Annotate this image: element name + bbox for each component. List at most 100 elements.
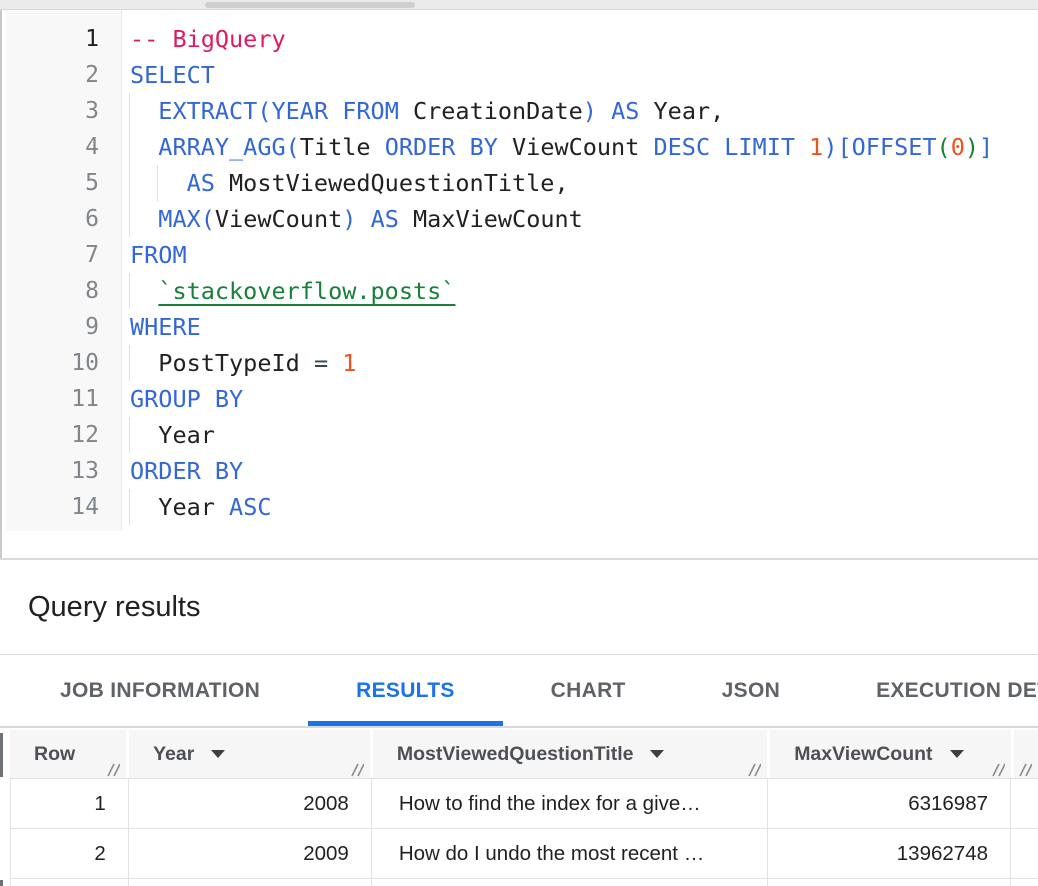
indent-guide [129,129,130,165]
horizontal-scrollbar[interactable] [0,0,1038,10]
header-cell-year[interactable]: Year [129,730,373,778]
column-dropdown-icon[interactable] [650,750,664,758]
code-line[interactable]: 3 EXTRACT(YEAR FROM CreationDate) AS Yea… [2,93,1038,129]
page-title: Query results [28,591,200,624]
column-label: Year [153,743,194,766]
line-number: 12 [2,417,99,453]
sql-editor[interactable]: 1-- BigQuery2 SELECT 3 EXTRACT(YEAR FROM C… [0,10,1038,558]
tab-json[interactable]: JSON [674,655,828,726]
code-text: WHERE [130,313,201,341]
horizontal-scrollbar-thumb[interactable] [205,2,415,8]
code-line[interactable]: 9 WHERE [2,309,1038,345]
indent-guide [129,345,130,381]
column-dropdown-icon[interactable] [211,750,225,758]
code-text: PostTypeId = 1 [130,349,356,377]
tab-job-information[interactable]: JOB INFORMATION [12,655,308,726]
tab-chart[interactable]: CHART [503,655,674,726]
indent-guide [129,165,130,201]
code-text: GROUP BY [130,385,243,413]
header-cell-row[interactable]: Row [10,730,129,778]
column-dropdown-icon[interactable] [950,750,964,758]
code-line[interactable]: 11 GROUP BY [2,381,1038,417]
table-header-row: Row Year MostViewedQuestionTitle MaxViewCou… [10,730,1038,779]
line-number: 1 [2,21,99,57]
code-text: Year [130,421,215,449]
table-row[interactable]: 22009How do I undo the most recent …1396… [10,829,1038,879]
query-results-header: Query results [0,558,1038,655]
column-resize-handle-icon[interactable] [746,760,761,775]
line-number: 5 [2,165,99,201]
code-line[interactable]: 5 AS MostViewedQuestionTitle, [2,165,1038,201]
results-tabbar: JOB INFORMATION RESULTS CHART JSON EXECUTION… [0,655,1038,728]
tab-label: JOB INFORMATION [60,679,260,703]
cell-mostviewedquestiontitle: How do I undo the most recent … [372,829,768,878]
column-resize-handle-icon[interactable] [105,760,120,775]
code-text: EXTRACT(YEAR FROM CreationDate) AS Year, [130,97,724,125]
line-number: 6 [2,201,99,237]
column-label: MaxViewCount [794,743,932,766]
cell-spacer [1011,879,1038,886]
vertical-scrollbar-thumb[interactable] [0,733,3,777]
indent-guide [129,417,130,453]
code-text: `stackoverflow.posts` [130,277,455,305]
tab-label: CHART [551,679,626,703]
code-text: AS MostViewedQuestionTitle, [130,169,569,197]
vertical-scrollbar-thumb[interactable] [0,880,3,886]
cell-maxviewcount: 6316987 [768,779,1011,828]
table-body: 12008How to find the index for a give…63… [0,779,1038,886]
header-cell-mostviewedquestiontitle[interactable]: MostViewedQuestionTitle [373,730,770,778]
code-line[interactable]: 7FROM [2,237,1038,273]
code-line[interactable]: 10 PostTypeId = 1 [2,345,1038,381]
tab-label: JSON [722,679,780,703]
code-text: FROM [130,241,187,269]
indent-guide [129,489,130,525]
code-lines: 1-- BigQuery2 SELECT 3 EXTRACT(YEAR FROM C… [2,21,1038,525]
code-line[interactable]: 6 MAX(ViewCount) AS MaxViewCount [2,201,1038,237]
cell-spacer [1011,779,1038,828]
line-number: 10 [2,345,99,381]
line-number: 11 [2,381,99,417]
code-line[interactable]: 2 SELECT [2,57,1038,93]
code-line[interactable]: 8 `stackoverflow.posts` [2,273,1038,309]
column-label: MostViewedQuestionTitle [397,743,634,766]
tab-label: RESULTS [356,679,455,703]
line-number: 2 [2,57,99,93]
code-line[interactable]: 13ORDER BY [2,453,1038,489]
results-table: Row Year MostViewedQuestionTitle MaxViewCou… [0,730,1038,886]
active-tab-underline [308,721,503,726]
code-line[interactable]: 4 ARRAY_AGG(Title ORDER BY ViewCount DES… [2,129,1038,165]
indent-guide [129,201,130,237]
table-row[interactable]: 12008How to find the index for a give…63… [10,779,1038,829]
indent-guide [129,273,130,309]
table-row[interactable] [10,879,1038,886]
tab-results[interactable]: RESULTS [308,655,503,726]
column-label: Row [34,743,75,766]
cell-year: 2008 [129,779,372,828]
cell-spacer [1011,829,1038,878]
code-text: Year ASC [130,493,272,521]
tab-execution-details[interactable]: EXECUTION DETAILS [828,655,1038,726]
column-resize-handle-icon[interactable] [990,760,1005,775]
code-text: MAX(ViewCount) AS MaxViewCount [130,205,583,233]
cell-row: 1 [10,779,129,828]
line-number: 8 [2,273,99,309]
indent-guide [157,165,158,201]
cell-maxviewcount: 13962748 [768,829,1011,878]
code-text: SELECT [130,61,215,89]
line-number: 13 [2,453,99,489]
code-line[interactable]: 1-- BigQuery [2,21,1038,57]
code-line[interactable]: 14 Year ASC [2,489,1038,525]
column-resize-handle-icon[interactable] [349,760,364,775]
cell-row: 2 [10,829,129,878]
cell-mostviewedquestiontitle [372,879,768,886]
column-resize-handle-icon[interactable] [1017,760,1032,775]
code-line[interactable]: 12 Year [2,417,1038,453]
line-number: 4 [2,129,99,165]
line-number: 14 [2,489,99,525]
header-cell-maxviewcount[interactable]: MaxViewCount [770,730,1014,778]
cell-mostviewedquestiontitle: How to find the index for a give… [372,779,768,828]
code-text: ARRAY_AGG(Title ORDER BY ViewCount DESC … [130,133,993,161]
bigquery-query-page: 1-- BigQuery2SELECT3 EXTRACT(YEAR FROM C… [0,0,1038,886]
header-cell-spacer[interactable] [1014,730,1038,778]
line-number: 9 [2,309,99,345]
